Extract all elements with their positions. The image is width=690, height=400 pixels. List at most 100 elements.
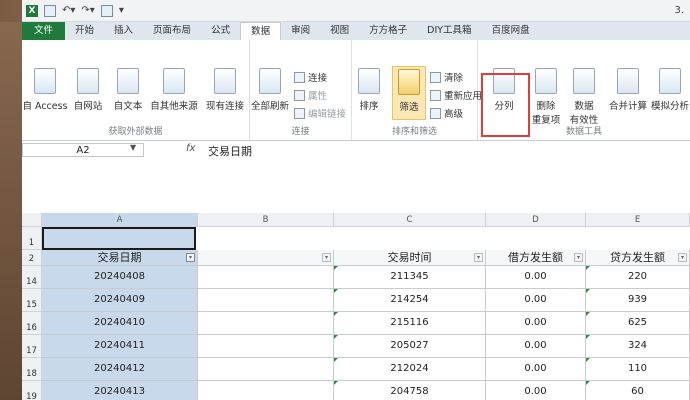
name-box-dropdown-icon[interactable]: ▼ [130,143,136,152]
select-all-corner[interactable] [22,213,42,227]
consolidate-button[interactable]: 合并计算 [606,68,650,112]
cell-e[interactable]: 110 [586,358,690,381]
row-header[interactable]: 16 [22,312,42,335]
cell-b[interactable] [198,312,334,335]
background-left [0,0,22,400]
cell-a[interactable]: 20240413 [42,381,198,400]
filter-dropdown-icon[interactable]: ▾ [574,253,583,262]
tab-diy-toolbox[interactable]: DIY工具箱 [417,22,481,40]
tab-page-layout[interactable]: 页面布局 [143,22,201,40]
cell-e[interactable]: 939 [586,289,690,312]
group-connections: 全部刷新 连接 属性 编辑链接 连接 [250,40,352,140]
tab-baidu-netdisk[interactable]: 百度网盘 [482,22,540,40]
cell-c[interactable]: 204758 [334,381,486,400]
number-as-text-indicator-icon [586,335,590,339]
cell-e[interactable]: 220 [586,266,690,289]
cell-c[interactable]: 215116 [334,312,486,335]
remove-duplicates-button[interactable]: 删除 重复项 [528,68,564,126]
tab-view[interactable]: 视图 [320,22,359,40]
tab-insert[interactable]: 插入 [104,22,143,40]
row-header[interactable]: 2 [22,250,42,266]
header-cell-credit[interactable]: 贷方发生额 ▾ [586,250,690,266]
customize-qat-icon[interactable]: ▾ [119,5,124,16]
from-access-button[interactable]: 自 Access [22,68,68,112]
tab-review[interactable]: 审阅 [281,22,320,40]
cell-d[interactable]: 0.00 [486,289,586,312]
header-cell-trade-time[interactable]: 交易时间 ▾ [334,250,486,266]
reapply-button[interactable]: 重新应用 [430,88,482,102]
cell-a[interactable]: 20240411 [42,335,198,358]
row-header[interactable]: 1 [22,227,42,250]
tab-fangfang[interactable]: 方方格子 [359,22,417,40]
cell-b[interactable] [198,335,334,358]
cell-e[interactable]: 625 [586,312,690,335]
column-header-e[interactable]: E [586,213,690,227]
redo-icon[interactable]: ↷▾ [81,5,94,16]
row-header[interactable]: 17 [22,335,42,358]
undo-icon[interactable]: ↶▾ [62,5,75,16]
formula-input[interactable]: 交易日期 [208,143,252,159]
cell-c[interactable]: 212024 [334,358,486,381]
worksheet-grid[interactable]: A B C D E 1 2 交易日期 ▾ ▾ 交易时间 ▾ 借方发生额 ▾ 贷方… [22,213,690,400]
filter-dropdown-icon[interactable]: ▾ [678,253,687,262]
cell-b[interactable] [198,289,334,312]
formula-bar: A2 ▼ fx 交易日期 [22,141,690,214]
cell-d[interactable]: 0.00 [486,381,586,400]
row-header[interactable]: 19 [22,381,42,400]
cell-a1[interactable] [42,227,196,250]
cell-b[interactable] [198,358,334,381]
number-as-text-indicator-icon [334,266,338,270]
tab-formulas[interactable]: 公式 [201,22,240,40]
cell-d[interactable]: 0.00 [486,312,586,335]
row-header[interactable]: 18 [22,358,42,381]
properties-button[interactable]: 属性 [294,88,327,102]
cell-b[interactable] [198,381,334,400]
what-if-analysis-button[interactable]: 模拟分析 [650,68,690,112]
cell-e[interactable]: 324 [586,335,690,358]
clear-button[interactable]: 清除 [430,70,463,84]
from-text-button[interactable]: 自文本 [108,68,148,112]
cell-a[interactable]: 20240412 [42,358,198,381]
column-header-a[interactable]: A [42,213,198,227]
advanced-button[interactable]: 高级 [430,106,463,120]
column-header-b[interactable]: B [198,213,334,227]
sort-button[interactable]: 排序 [352,68,386,112]
tab-data[interactable]: 数据 [240,22,282,40]
from-other-sources-button[interactable]: 自其他来源 [148,68,200,112]
header-cell-trade-date[interactable]: 交易日期 ▾ [42,250,198,266]
cell-a[interactable]: 20240409 [42,289,198,312]
cell-d[interactable]: 0.00 [486,358,586,381]
header-cell-debit[interactable]: 借方发生额 ▾ [486,250,586,266]
existing-connections-icon [214,68,236,94]
row-header[interactable]: 14 [22,266,42,289]
column-header-c[interactable]: C [334,213,486,227]
cell-d[interactable]: 0.00 [486,335,586,358]
from-web-button[interactable]: 自网站 [68,68,108,112]
connections-button[interactable]: 连接 [294,70,327,84]
edit-links-button[interactable]: 编辑链接 [294,106,346,120]
cell-c[interactable]: 214254 [334,289,486,312]
cell-b[interactable] [198,266,334,289]
cell-a[interactable]: 20240410 [42,312,198,335]
cell-a[interactable]: 20240408 [42,266,198,289]
insert-function-icon[interactable]: fx [186,143,195,154]
filter-button[interactable]: 筛选 [392,66,426,120]
name-box[interactable]: A2 [22,143,144,157]
save-icon[interactable] [44,4,56,17]
tab-file[interactable]: 文件 [22,22,66,40]
cell-d[interactable]: 0.00 [486,266,586,289]
cell-c[interactable]: 211345 [334,266,486,289]
header-cell-b[interactable]: ▾ [198,250,334,266]
refresh-all-button[interactable]: 全部刷新 [250,68,290,112]
row-header[interactable]: 15 [22,289,42,312]
column-header-d[interactable]: D [486,213,586,227]
tab-home[interactable]: 开始 [65,22,104,40]
filter-dropdown-icon[interactable]: ▾ [322,253,331,262]
cell-c[interactable]: 205027 [334,335,486,358]
data-validation-button[interactable]: 数据 有效性 [566,68,602,126]
filter-dropdown-icon[interactable]: ▾ [186,253,195,262]
filter-dropdown-icon[interactable]: ▾ [474,253,483,262]
cell-e[interactable]: 60 [586,381,690,400]
existing-connections-button[interactable]: 现有连接 [200,68,250,112]
new-file-icon[interactable] [100,4,113,17]
